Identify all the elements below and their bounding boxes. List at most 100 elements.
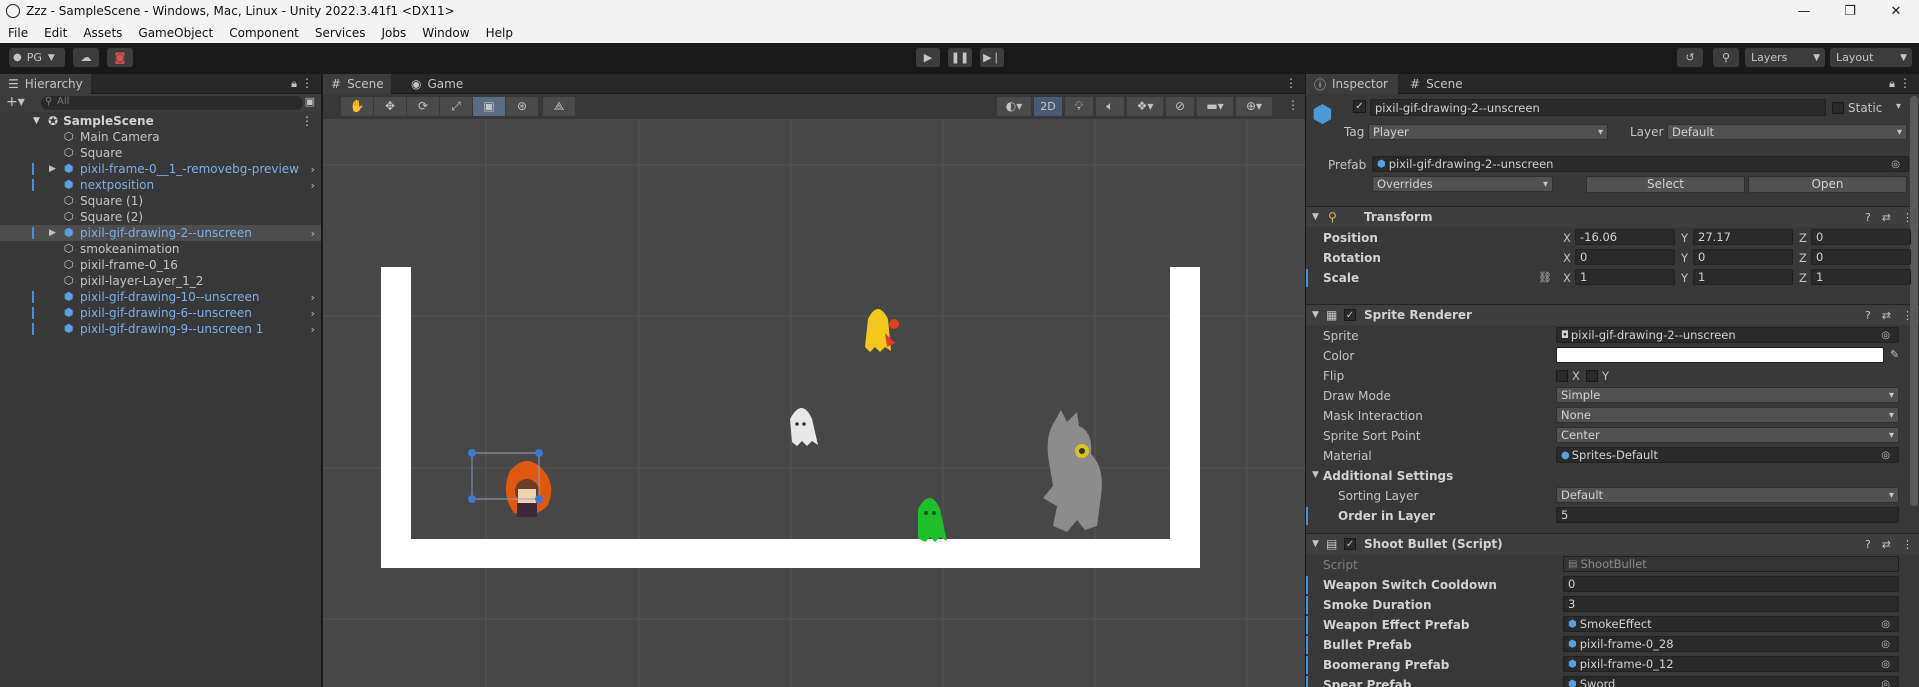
flip-x-checkbox[interactable] <box>1556 370 1568 382</box>
layout-dropdown[interactable]: Layout ▼ <box>1830 48 1912 67</box>
scale-x-field[interactable]: 1 <box>1575 269 1675 285</box>
menu-help[interactable]: Help <box>478 26 521 40</box>
mask-interaction-dropdown[interactable]: None <box>1556 407 1899 423</box>
scene-viewport[interactable] <box>323 119 1305 687</box>
tab-scene[interactable]: # Scene <box>323 74 391 94</box>
pause-button[interactable]: ❚❚ <box>948 48 972 67</box>
transform-header[interactable]: ▼ ⚲ Transform ? ⇄ ⋮ <box>1306 206 1919 227</box>
expand-arrow-icon[interactable]: ▶ <box>49 228 56 238</box>
account-dropdown[interactable]: ● PG ▼ <box>9 48 65 67</box>
lighting-icon[interactable]: 💡︎ <box>1065 97 1093 116</box>
hand-tool-icon[interactable]: ✋ <box>341 97 373 116</box>
hierarchy-item[interactable]: ⬡ smokeanimation <box>0 241 321 257</box>
hierarchy-item[interactable]: ⬡ Main Camera <box>0 129 321 145</box>
cloud-button[interactable]: ☁ <box>73 48 99 67</box>
color-field[interactable] <box>1556 347 1884 363</box>
close-icon[interactable]: ✕ <box>1873 0 1919 22</box>
hierarchy-search-input[interactable]: ⚲ All <box>41 96 303 110</box>
scene-root-row[interactable]: ▼ ✪ SampleScene ⋮ <box>0 113 321 129</box>
tab-hierarchy[interactable]: ☰ Hierarchy <box>0 74 91 94</box>
scene-canvas[interactable] <box>323 119 1305 687</box>
scale-z-field[interactable]: 1 <box>1811 269 1911 285</box>
hierarchy-item[interactable]: ⬡ Square <box>0 145 321 161</box>
static-checkbox[interactable] <box>1832 102 1844 114</box>
menu-jobs[interactable]: Jobs <box>374 26 415 40</box>
sprite-sort-point-dropdown[interactable]: Center <box>1556 427 1899 443</box>
object-picker-icon[interactable]: ◎ <box>1881 639 1890 650</box>
minimize-icon[interactable]: — <box>1781 0 1827 22</box>
object-picker-icon[interactable]: ◎ <box>1881 679 1890 687</box>
boomerang-prefab-field[interactable]: ⬢ pixil-frame-0_12 ◎ <box>1563 656 1899 672</box>
help-icon[interactable]: ? <box>1865 211 1871 224</box>
object-picker-icon[interactable]: ◎ <box>1891 159 1900 170</box>
menu-window[interactable]: Window <box>414 26 477 40</box>
object-picker-icon[interactable]: ◎ <box>1881 330 1890 341</box>
object-picker-icon[interactable]: ◎ <box>1881 619 1890 630</box>
hierarchy-item[interactable]: ⬢ nextposition › <box>0 177 321 193</box>
toggle-2d-button[interactable]: 2D <box>1034 97 1062 116</box>
gizmos-icon[interactable]: ⊕▾ <box>1236 97 1272 116</box>
open-prefab-icon[interactable]: › <box>311 307 315 320</box>
camera-icon[interactable]: ▬▾ <box>1197 97 1233 116</box>
history-button[interactable]: ↺ <box>1677 48 1703 67</box>
weapon-effect-prefab-field[interactable]: ⬢ SmokeEffect ◎ <box>1563 616 1899 632</box>
preset-icon[interactable]: ⇄ <box>1882 211 1891 224</box>
custom-tool-icon[interactable]: ⟁ <box>543 97 575 116</box>
scene-picker-icon[interactable]: ▣ <box>305 95 315 108</box>
select-button[interactable]: Select <box>1586 176 1745 193</box>
draw-mode-dropdown[interactable]: Simple <box>1556 387 1899 403</box>
smoke-duration-field[interactable]: 3 <box>1563 596 1899 612</box>
hierarchy-item[interactable]: ▶ ⬢ pixil-frame-0__1_-removebg-preview › <box>0 161 321 177</box>
more-icon[interactable]: ⋮ <box>301 114 313 128</box>
open-prefab-icon[interactable]: › <box>311 323 315 336</box>
material-field[interactable]: ● Sprites-Default ◎ <box>1556 447 1899 463</box>
position-y-field[interactable]: 27.17 <box>1693 229 1793 245</box>
lock-icon[interactable]: 🔒︎ <box>1889 77 1895 91</box>
tag-dropdown[interactable]: Player <box>1368 124 1608 140</box>
menu-edit[interactable]: Edit <box>36 26 75 40</box>
shoot-bullet-header[interactable]: ▼ ▤ ✓ Shoot Bullet (Script) ? ⇄ ⋮ <box>1306 533 1919 554</box>
menu-gameobject[interactable]: GameObject <box>130 26 221 40</box>
hierarchy-item[interactable]: ▶ ⬢ pixil-gif-drawing-2--unscreen › <box>0 225 321 241</box>
layers-dropdown[interactable]: Layers ▼ <box>1745 48 1825 67</box>
hierarchy-item[interactable]: ⬡ pixil-frame-0_16 <box>0 257 321 273</box>
collab-button[interactable]: ◙ <box>107 48 133 67</box>
help-icon[interactable]: ? <box>1865 538 1871 551</box>
tab-inspector-scene[interactable]: # Scene <box>1402 74 1471 94</box>
audio-icon[interactable]: 🔈︎ <box>1096 97 1124 116</box>
spear-prefab-field[interactable]: ⬢ Sword ◎ <box>1563 676 1899 687</box>
enabled-checkbox[interactable]: ✓ <box>1344 309 1356 321</box>
sprite-field[interactable]: ◘ pixil-gif-drawing-2--unscreen ◎ <box>1556 327 1899 343</box>
overrides-dropdown[interactable]: Overrides <box>1372 176 1553 192</box>
hierarchy-item[interactable]: ⬢ pixil-gif-drawing-10--unscreen › <box>0 289 321 305</box>
foldout-arrow-icon[interactable]: ▼ <box>1312 310 1319 320</box>
rotation-z-field[interactable]: 0 <box>1811 249 1911 265</box>
preset-icon[interactable]: ⇄ <box>1882 309 1891 322</box>
expand-arrow-icon[interactable]: ▶ <box>49 164 56 174</box>
tab-inspector[interactable]: ⓘ Inspector <box>1306 74 1398 94</box>
open-button[interactable]: Open <box>1748 176 1907 193</box>
active-checkbox[interactable]: ✓ <box>1353 100 1366 113</box>
position-x-field[interactable]: -16.06 <box>1575 229 1675 245</box>
hidden-objects-icon[interactable]: ⊘ <box>1166 97 1194 116</box>
menu-component[interactable]: Component <box>221 26 307 40</box>
help-icon[interactable]: ? <box>1865 309 1871 322</box>
constrain-proportions-icon[interactable]: ⛓ <box>1538 271 1552 284</box>
shading-mode-icon[interactable]: ◐▾ <box>997 97 1031 116</box>
eyedropper-icon[interactable]: ✎ <box>1890 348 1899 361</box>
menu-services[interactable]: Services <box>307 26 374 40</box>
rotation-x-field[interactable]: 0 <box>1575 249 1675 265</box>
menu-assets[interactable]: Assets <box>75 26 130 40</box>
position-z-field[interactable]: 0 <box>1811 229 1911 245</box>
flip-y-checkbox[interactable] <box>1586 370 1598 382</box>
sorting-layer-dropdown[interactable]: Default <box>1556 487 1899 503</box>
enabled-checkbox[interactable]: ✓ <box>1344 538 1356 550</box>
open-prefab-icon[interactable]: › <box>311 163 315 176</box>
play-button[interactable]: ▶ <box>916 48 940 67</box>
add-icon[interactable]: +▾ <box>6 94 25 110</box>
open-prefab-icon[interactable]: › <box>311 227 315 240</box>
sprite-renderer-header[interactable]: ▼ ▦ ✓ Sprite Renderer ? ⇄ ⋮ <box>1306 304 1919 325</box>
more-icon[interactable]: ⋮ <box>301 76 313 90</box>
scale-tool-icon[interactable]: ⤢ <box>440 97 472 116</box>
prefab-field[interactable]: ⬢ pixil-gif-drawing-2--unscreen ◎ <box>1372 156 1909 172</box>
